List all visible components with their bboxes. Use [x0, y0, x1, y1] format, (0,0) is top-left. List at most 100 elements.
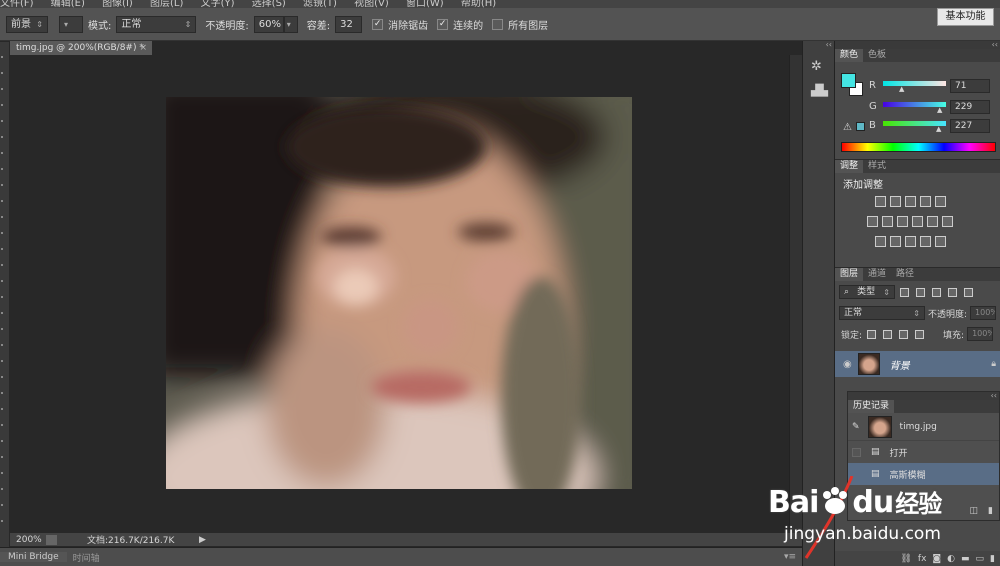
color-balance-icon[interactable] [882, 216, 893, 227]
tab-color[interactable]: 颜色 [835, 49, 864, 62]
smart-object-filter-icon[interactable] [964, 287, 973, 297]
history-snapshot-row[interactable]: ✎ timg.jpg [848, 413, 999, 441]
curves-icon[interactable] [905, 196, 916, 207]
tab-paths[interactable]: 路径 [891, 268, 919, 281]
panel-menu-icon[interactable]: ▾≡ [784, 552, 796, 562]
levels-icon[interactable] [890, 196, 901, 207]
shape-filter-icon[interactable] [948, 287, 957, 297]
adjustment-filter-icon[interactable] [916, 287, 925, 297]
lock-all-icon[interactable] [915, 329, 925, 339]
menu-image[interactable]: 图像(I) [102, 0, 133, 8]
group-icon[interactable]: ▬ [961, 554, 970, 564]
b-input[interactable]: 227 [950, 119, 990, 133]
color-lookup-icon[interactable] [942, 216, 953, 227]
posterize-icon[interactable] [890, 236, 901, 247]
brightness-icon[interactable] [875, 196, 886, 207]
tab-timeline[interactable]: 时间轴 [67, 551, 106, 564]
blend-mode-dropdown[interactable]: 正常 ⇕ [839, 306, 925, 320]
menu-help[interactable]: 帮助(H) [461, 0, 496, 8]
camera-icon[interactable]: ◫ [970, 506, 979, 516]
new-layer-icon[interactable]: ▭ [976, 554, 985, 564]
r-slider-thumb-icon[interactable]: ▲ [899, 85, 904, 93]
link-layers-icon[interactable]: ⛓ [900, 554, 911, 564]
document-tab[interactable]: timg.jpg @ 200%(RGB/8#) * × [10, 41, 152, 55]
tab-adjustments[interactable]: 调整 [835, 160, 864, 173]
channel-mixer-icon[interactable] [927, 216, 938, 227]
opacity-slider-button[interactable]: ▾ [283, 15, 298, 33]
b-slider-thumb-icon[interactable]: ▲ [936, 125, 941, 133]
vibrance-icon[interactable] [935, 196, 946, 207]
menu-type[interactable]: 文字(Y) [201, 0, 235, 8]
menu-layer[interactable]: 图层(L) [150, 0, 183, 8]
tab-channels[interactable]: 通道 [863, 268, 891, 281]
menu-file[interactable]: 文件(F) [0, 0, 34, 8]
contiguous-checkbox[interactable]: ✓ [437, 18, 449, 30]
g-slider-thumb-icon[interactable]: ▲ [937, 106, 942, 114]
gamut-warning-icon[interactable]: ⚠ [843, 122, 852, 133]
history-state-row[interactable]: ▤ 打开 [848, 441, 999, 463]
threshold-icon[interactable] [905, 236, 916, 247]
close-icon[interactable]: × [139, 41, 147, 55]
menu-window[interactable]: 窗口(W) [406, 0, 444, 8]
share-icon[interactable] [46, 534, 57, 545]
collapse-icon[interactable]: ‹‹ [848, 392, 999, 400]
exposure-icon[interactable] [920, 196, 931, 207]
collapse-icon[interactable]: ‹‹ [803, 41, 834, 49]
collapse-icon[interactable]: ‹‹ [835, 41, 1000, 49]
history-brush-source-icon[interactable]: ✎ [852, 422, 860, 432]
layer-opacity-input[interactable]: 100% [970, 306, 997, 320]
layer-row-background[interactable]: ◉ 背景 🔒︎ [835, 351, 1000, 377]
lock-pixels-icon[interactable] [867, 329, 877, 339]
trash-icon[interactable]: ▮ [988, 506, 993, 516]
brush-settings-icon[interactable]: ✲ [811, 59, 827, 75]
mask-icon[interactable]: ◙ [932, 554, 941, 564]
menu-select[interactable]: 选择(S) [252, 0, 286, 8]
histogram-icon[interactable]: ▟▙ [811, 83, 828, 99]
layer-filter-dropdown[interactable]: ⌕ 类型 ⇕ [839, 285, 895, 299]
pattern-picker[interactable]: ▾ [59, 15, 83, 33]
lock-paint-icon[interactable] [883, 329, 893, 339]
r-slider[interactable] [883, 81, 946, 86]
mode-dropdown[interactable]: 正常 ⇕ [116, 15, 197, 33]
invert-icon[interactable] [875, 236, 886, 247]
workspace-switcher-button[interactable]: 基本功能 [937, 8, 994, 26]
opacity-input[interactable]: 60% [253, 15, 284, 33]
pixel-filter-icon[interactable] [900, 287, 909, 297]
type-filter-icon[interactable] [932, 287, 941, 297]
layer-fill-input[interactable]: 100% [967, 327, 994, 341]
g-input[interactable]: 229 [950, 100, 990, 114]
fx-icon[interactable]: fx [918, 554, 927, 564]
history-state-row-active[interactable]: ▤ 高斯模糊 [848, 463, 999, 485]
lock-position-icon[interactable] [899, 329, 909, 339]
tolerance-input[interactable]: 32 [335, 15, 363, 33]
menu-view[interactable]: 视图(V) [354, 0, 389, 8]
all-layers-checkbox[interactable] [492, 18, 504, 30]
menu-filter[interactable]: 滤镜(T) [303, 0, 337, 8]
adjustment-layer-icon[interactable]: ◐ [947, 554, 955, 564]
tab-layers[interactable]: 图层 [835, 268, 864, 281]
trash-icon[interactable]: ▮ [990, 554, 995, 564]
status-menu-arrow-icon[interactable]: ▶ [199, 535, 206, 545]
tab-styles[interactable]: 样式 [863, 160, 891, 173]
eye-icon[interactable]: ◉ [843, 359, 852, 370]
menu-edit[interactable]: 编辑(E) [51, 0, 85, 8]
tab-mini-bridge[interactable]: Mini Bridge [0, 552, 67, 562]
photo-filter-icon[interactable] [912, 216, 923, 227]
document-image[interactable] [166, 97, 632, 489]
r-input[interactable]: 71 [950, 79, 990, 93]
foreground-color-swatch[interactable] [841, 73, 856, 88]
zoom-level[interactable]: 200% [10, 535, 46, 545]
hue-saturation-icon[interactable] [867, 216, 878, 227]
selective-color-icon[interactable] [920, 236, 931, 247]
color-spectrum-bar[interactable] [841, 142, 996, 152]
gamut-color-swatch[interactable] [856, 122, 865, 131]
vertical-scrollbar[interactable] [789, 55, 802, 533]
tab-history[interactable]: 历史记录 [848, 400, 895, 413]
gradient-map-icon[interactable] [935, 236, 946, 247]
fill-source-dropdown[interactable]: 前景 ⇕ [6, 15, 48, 33]
history-source-checkbox[interactable] [852, 447, 861, 457]
antialias-checkbox[interactable]: ✓ [372, 18, 384, 30]
tab-swatches[interactable]: 色板 [863, 49, 891, 62]
tools-panel-edge[interactable] [0, 42, 9, 547]
black-white-icon[interactable] [897, 216, 908, 227]
